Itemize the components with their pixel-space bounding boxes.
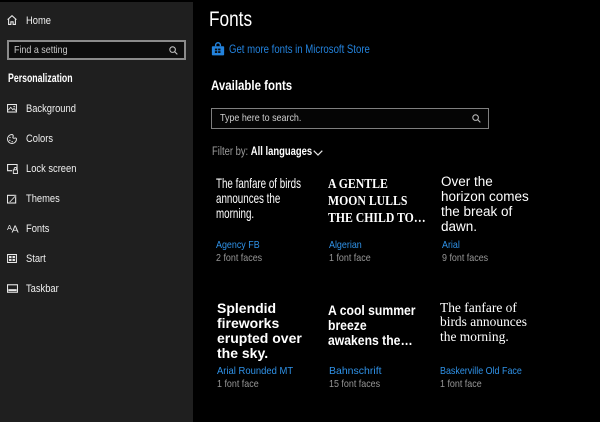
svg-text:A: A bbox=[12, 223, 19, 233]
